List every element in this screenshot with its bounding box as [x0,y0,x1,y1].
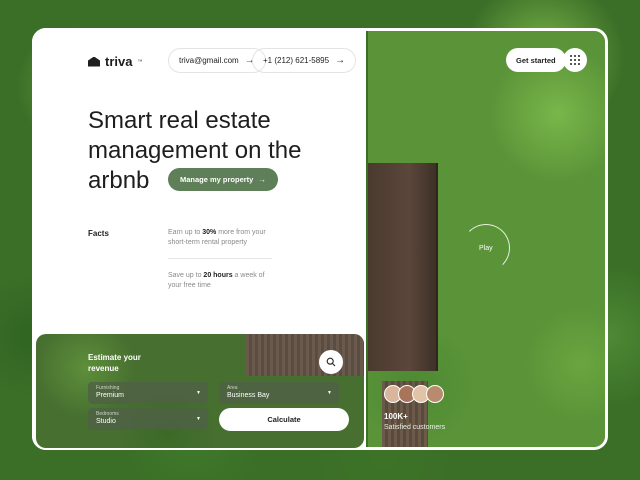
facts-label: Facts [88,229,109,238]
grid-dots-icon [570,55,580,65]
house-roof-image [246,334,364,376]
chevron-down-icon: ▼ [196,416,201,422]
fact-prefix: Earn up to [168,229,203,236]
fact-prefix: Save up to [168,272,204,279]
arrow-right-icon: → [335,55,346,66]
fact-item: Earn up to 30% more from your short-term… [168,228,278,248]
field-value: Business Bay [227,392,270,399]
field-label: Area [227,385,238,391]
chevron-down-icon: ▼ [327,390,332,396]
field-value: Premium [96,392,125,399]
menu-button[interactable] [563,48,587,72]
search-button[interactable] [319,350,343,374]
phone-text: +1 (212) 621-5895 [263,56,330,65]
calculate-button[interactable]: Calculate [219,408,349,431]
fact-item: Save up to 20 hours a week of your free … [168,271,278,291]
fact-highlight: 30% [202,229,217,236]
stat-value: 100K+ [384,412,408,421]
customer-avatars [384,385,444,403]
arrow-right-icon: → [258,175,266,184]
estimate-title: Estimate your revenue [88,353,141,373]
house-roof-icon [88,56,100,67]
get-started-button[interactable]: Get started [506,48,566,72]
estimate-revenue-panel: Estimate your revenue Furnishing Premium… [36,334,364,448]
field-value: Studio [96,418,116,425]
play-label[interactable]: Play [479,245,493,252]
hero-video-panel[interactable]: Get started Play 100K+ Satisfied custome… [368,31,605,447]
trademark: ™ [137,58,143,65]
furnishing-select[interactable]: Furnishing Premium ▼ [88,382,208,404]
cta-label: Manage my property [180,175,254,184]
chevron-down-icon: ▼ [196,390,201,396]
brand-logo[interactable]: triva ™ [88,54,142,69]
brand-name: triva [105,54,133,69]
search-icon [326,357,336,367]
calculate-label: Calculate [267,415,301,424]
bedrooms-select[interactable]: Bedrooms Studio ▼ [88,408,208,430]
field-label: Furnishing [96,385,120,391]
area-select[interactable]: Area Business Bay ▼ [219,382,339,404]
house-roof-image [368,163,438,371]
divider [168,258,272,259]
phone-link[interactable]: +1 (212) 621-5895 → [252,48,357,73]
stat-label: Satisfied customers [384,424,446,431]
fact-highlight: 20 hours [203,272,233,279]
manage-property-button[interactable]: Manage my property → [168,168,278,191]
email-text: triva@gmail.com [179,56,239,65]
avatar [426,385,444,403]
get-started-label: Get started [516,55,556,65]
field-label: Bedrooms [96,411,119,417]
